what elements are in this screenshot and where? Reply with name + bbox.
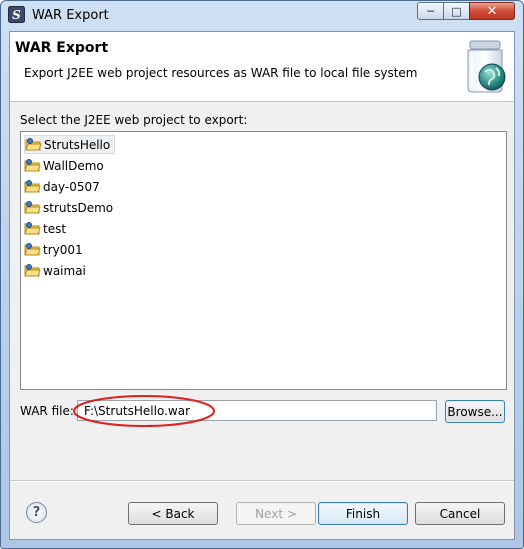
maximize-icon: □: [451, 4, 462, 18]
close-icon: ✕: [486, 3, 498, 19]
footer-separator: [10, 480, 514, 482]
project-name: waimai: [43, 263, 86, 278]
war-export-window: S WAR Export ─ □ ✕ WAR Export Export J2E…: [0, 0, 524, 549]
browse-button[interactable]: Browse...: [445, 400, 505, 423]
eclipse-icon: S: [8, 6, 25, 23]
banner-description: Export J2EE web project resources as WAR…: [24, 66, 418, 80]
web-project-folder-icon: [24, 222, 41, 235]
project-select-label: Select the J2EE web project to export:: [20, 113, 248, 127]
project-name: StrutsHello: [44, 137, 111, 152]
project-name: test: [43, 221, 67, 236]
project-name: WallDemo: [43, 158, 104, 173]
project-name: try001: [43, 242, 83, 257]
web-project-folder-icon: [24, 180, 41, 193]
project-name: day-0507: [43, 179, 100, 194]
minimize-button[interactable]: ─: [417, 2, 444, 20]
list-item[interactable]: strutsDemo: [24, 198, 117, 217]
maximize-button[interactable]: □: [443, 2, 470, 20]
project-name: strutsDemo: [43, 200, 114, 215]
svg-text:S: S: [12, 8, 21, 22]
close-button[interactable]: ✕: [469, 2, 515, 20]
title-bar[interactable]: S WAR Export ─ □ ✕: [1, 1, 523, 30]
next-button[interactable]: Next >: [236, 502, 316, 525]
web-project-folder-icon: [24, 264, 41, 277]
list-item[interactable]: day-0507: [24, 177, 104, 196]
list-item[interactable]: test: [24, 219, 70, 238]
list-item[interactable]: try001: [24, 240, 87, 259]
war-export-jar-globe-icon: [467, 40, 506, 93]
minimize-icon: ─: [427, 4, 434, 18]
dialog-body: WAR Export Export J2EE web project resou…: [9, 31, 515, 540]
project-list[interactable]: StrutsHello WallDemo day-0507 strutsDemo…: [20, 131, 507, 390]
web-project-folder-icon: [25, 138, 42, 151]
list-item[interactable]: WallDemo: [24, 156, 108, 175]
list-item[interactable]: StrutsHello: [24, 135, 116, 154]
web-project-folder-icon: [24, 201, 41, 214]
wizard-banner: WAR Export Export J2EE web project resou…: [10, 32, 514, 102]
list-item[interactable]: waimai: [24, 261, 90, 280]
finish-button[interactable]: Finish: [318, 502, 408, 525]
cancel-button[interactable]: Cancel: [415, 502, 505, 525]
war-file-input[interactable]: [77, 400, 437, 421]
web-project-folder-icon: [24, 159, 41, 172]
window-title: WAR Export: [32, 8, 109, 23]
back-button[interactable]: < Back: [128, 502, 218, 525]
web-project-folder-icon: [24, 243, 41, 256]
banner-title: WAR Export: [15, 40, 109, 56]
help-icon[interactable]: ?: [26, 502, 47, 523]
war-file-label: WAR file:: [20, 404, 74, 418]
